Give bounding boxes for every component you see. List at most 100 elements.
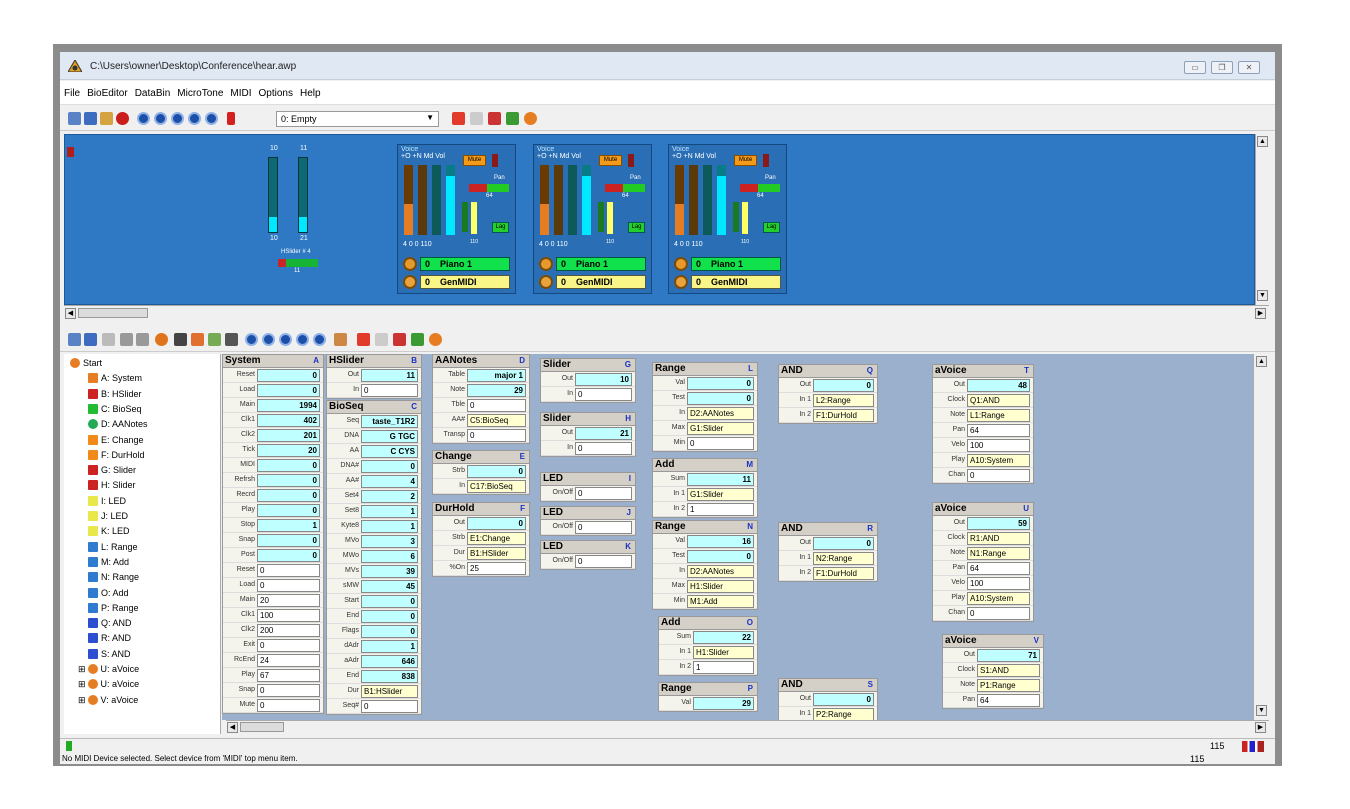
voice-meter[interactable] [432, 165, 441, 235]
scroll-left-icon[interactable]: ◀ [227, 722, 238, 733]
row-value[interactable]: 0 [575, 388, 632, 401]
tree-node[interactable]: ⊞ U: aVoice [78, 679, 139, 690]
tree-node[interactable]: D: AANotes [88, 419, 148, 430]
tree-node[interactable]: N: Range [88, 572, 139, 583]
row-value[interactable]: 0 [687, 437, 754, 450]
delete-icon[interactable] [393, 333, 406, 346]
module-voiceV[interactable]: aVoice V Out 71 Clock S1:AND Note P1:Range Pan 64 [942, 634, 1044, 709]
row-value[interactable]: 64 [967, 562, 1030, 575]
row-value[interactable]: 10 [575, 373, 632, 386]
row-value[interactable]: 6 [361, 550, 418, 563]
tree-node[interactable]: J: LED [88, 511, 128, 521]
module-header[interactable]: aVoice U [933, 503, 1033, 516]
row-value[interactable]: S1:AND [977, 664, 1040, 677]
lag-button[interactable]: Lag [628, 222, 645, 233]
row-value[interactable]: 0 [257, 549, 320, 562]
module-rangeN[interactable]: Range N Val 16 Test 0 In D2:AANotes Max H1:Slider… [652, 520, 758, 610]
voice-meter[interactable] [418, 165, 427, 235]
module-change[interactable]: Change E Strb 0 In C17:BioSeq [432, 450, 530, 495]
row-value[interactable]: G TGC [361, 430, 418, 443]
row-value[interactable]: 0 [361, 595, 418, 608]
module-durhold[interactable]: DurHold F Out 0 Strb E1:Change Dur B1:HSlider %O… [432, 502, 530, 577]
voice-meter[interactable] [689, 165, 698, 235]
pan-slider[interactable] [740, 184, 780, 192]
window-icon[interactable] [68, 333, 81, 346]
module-voiceT[interactable]: aVoice T Out 48 Clock Q1:AND Note L1:Range Pan 64… [932, 364, 1034, 484]
row-value[interactable]: L2:Range [813, 394, 874, 407]
zoom-icon[interactable] [375, 333, 388, 346]
back-icon[interactable] [296, 333, 309, 346]
menu-options[interactable]: Options [255, 81, 296, 99]
scroll-thumb[interactable] [240, 722, 284, 732]
tree-node[interactable]: L: Range [88, 541, 138, 552]
row-value[interactable]: 0 [257, 459, 320, 472]
tree-node[interactable]: F: DurHold [88, 449, 145, 460]
menu-file[interactable]: File [60, 81, 83, 99]
module-tree[interactable]: Start A: System B: HSlider C: BioSeq D: AANo… [64, 354, 221, 734]
expand-icon[interactable]: ⊞ [78, 695, 86, 705]
mute-button[interactable]: Mute [599, 155, 622, 166]
module-rangeL[interactable]: Range L Val 0 Test 0 In D2:AANotes Max G1:Slider M… [652, 362, 758, 452]
module-header[interactable]: aVoice T [933, 365, 1033, 378]
monitor-icon[interactable] [84, 112, 97, 125]
module-andS[interactable]: AND S Out 0 In 1 P2:Range [778, 678, 878, 720]
rewind-icon[interactable] [137, 112, 150, 125]
tree-node[interactable]: K: LED [88, 526, 130, 537]
row-value[interactable]: 0 [467, 399, 526, 412]
row-value[interactable]: C17:BioSeq [467, 480, 526, 493]
row-value[interactable]: 0 [361, 700, 418, 713]
row-value[interactable]: 20 [257, 594, 320, 607]
module-header[interactable]: aVoice V [943, 635, 1043, 648]
row-value[interactable]: 1 [361, 520, 418, 533]
row-value[interactable]: 0 [813, 693, 874, 706]
scroll-down-icon[interactable]: ▼ [1256, 705, 1267, 716]
row-value[interactable]: 0 [257, 504, 320, 517]
module-header[interactable]: Add M [653, 459, 757, 472]
voice-meter[interactable] [703, 165, 712, 235]
scroll-up-icon[interactable]: ▲ [1256, 356, 1267, 367]
row-value[interactable]: Q1:AND [967, 394, 1030, 407]
row-value[interactable]: major 1 [467, 369, 526, 382]
row-value[interactable]: 0 [467, 517, 526, 530]
row-value[interactable]: 0 [257, 579, 320, 592]
row-value[interactable]: R1:AND [967, 532, 1030, 545]
save-as-icon[interactable] [136, 333, 149, 346]
row-value[interactable]: 0 [687, 550, 754, 563]
record-icon[interactable] [116, 112, 129, 125]
row-value[interactable]: 0 [575, 555, 632, 568]
save-icon[interactable] [120, 333, 133, 346]
program-knob-icon[interactable] [539, 257, 553, 271]
module-system[interactable]: System A Reset 0 Load 0 Main 1994 Clk1 402 Clk2 201… [222, 354, 324, 714]
tree-node[interactable]: M: Add [88, 556, 129, 567]
row-value[interactable]: 0 [257, 489, 320, 502]
module-header[interactable]: AND Q [779, 365, 877, 378]
row-value[interactable]: 0 [257, 684, 320, 697]
row-value[interactable]: 838 [361, 670, 418, 683]
row-value[interactable]: 1 [361, 505, 418, 518]
menu-bioeditor[interactable]: BioEditor [83, 81, 131, 99]
module-sliderH[interactable]: Slider H Out 21 In 0 [540, 412, 636, 457]
tree-node[interactable]: O: Add [88, 587, 129, 598]
row-value[interactable]: M1:Add [687, 595, 754, 608]
row-value[interactable]: 0 [813, 379, 874, 392]
window-icon[interactable] [68, 112, 81, 125]
lag-button[interactable]: Lag [763, 222, 780, 233]
module-header[interactable]: Range L [653, 363, 757, 376]
scroll-left-icon[interactable]: ◀ [65, 308, 76, 319]
row-value[interactable]: L1:Range [967, 409, 1030, 422]
module-addM[interactable]: Add M Sum 11 In 1 G1:Slider In 21 [652, 458, 758, 518]
module-header[interactable]: System A [223, 355, 323, 368]
pan-slider[interactable] [469, 184, 509, 192]
module-sliderG[interactable]: Slider G Out 10 In 0 [540, 358, 636, 403]
row-value[interactable]: 100 [967, 439, 1030, 452]
row-value[interactable]: 200 [257, 624, 320, 637]
module-andR[interactable]: AND R Out 0 In 1 N2:Range In 2 F1:DurHold [778, 522, 878, 582]
tools-icon[interactable] [191, 333, 204, 346]
module-header[interactable]: LED I [541, 473, 635, 486]
row-value[interactable]: 0 [361, 384, 418, 397]
fire-icon[interactable] [524, 112, 537, 125]
top-vscroll[interactable]: ▲ ▼ [1255, 134, 1269, 305]
slider-g-meter[interactable] [268, 157, 278, 233]
menu-help[interactable]: Help [296, 81, 324, 99]
top-hscroll[interactable]: ◀ ▶ [64, 305, 1269, 320]
